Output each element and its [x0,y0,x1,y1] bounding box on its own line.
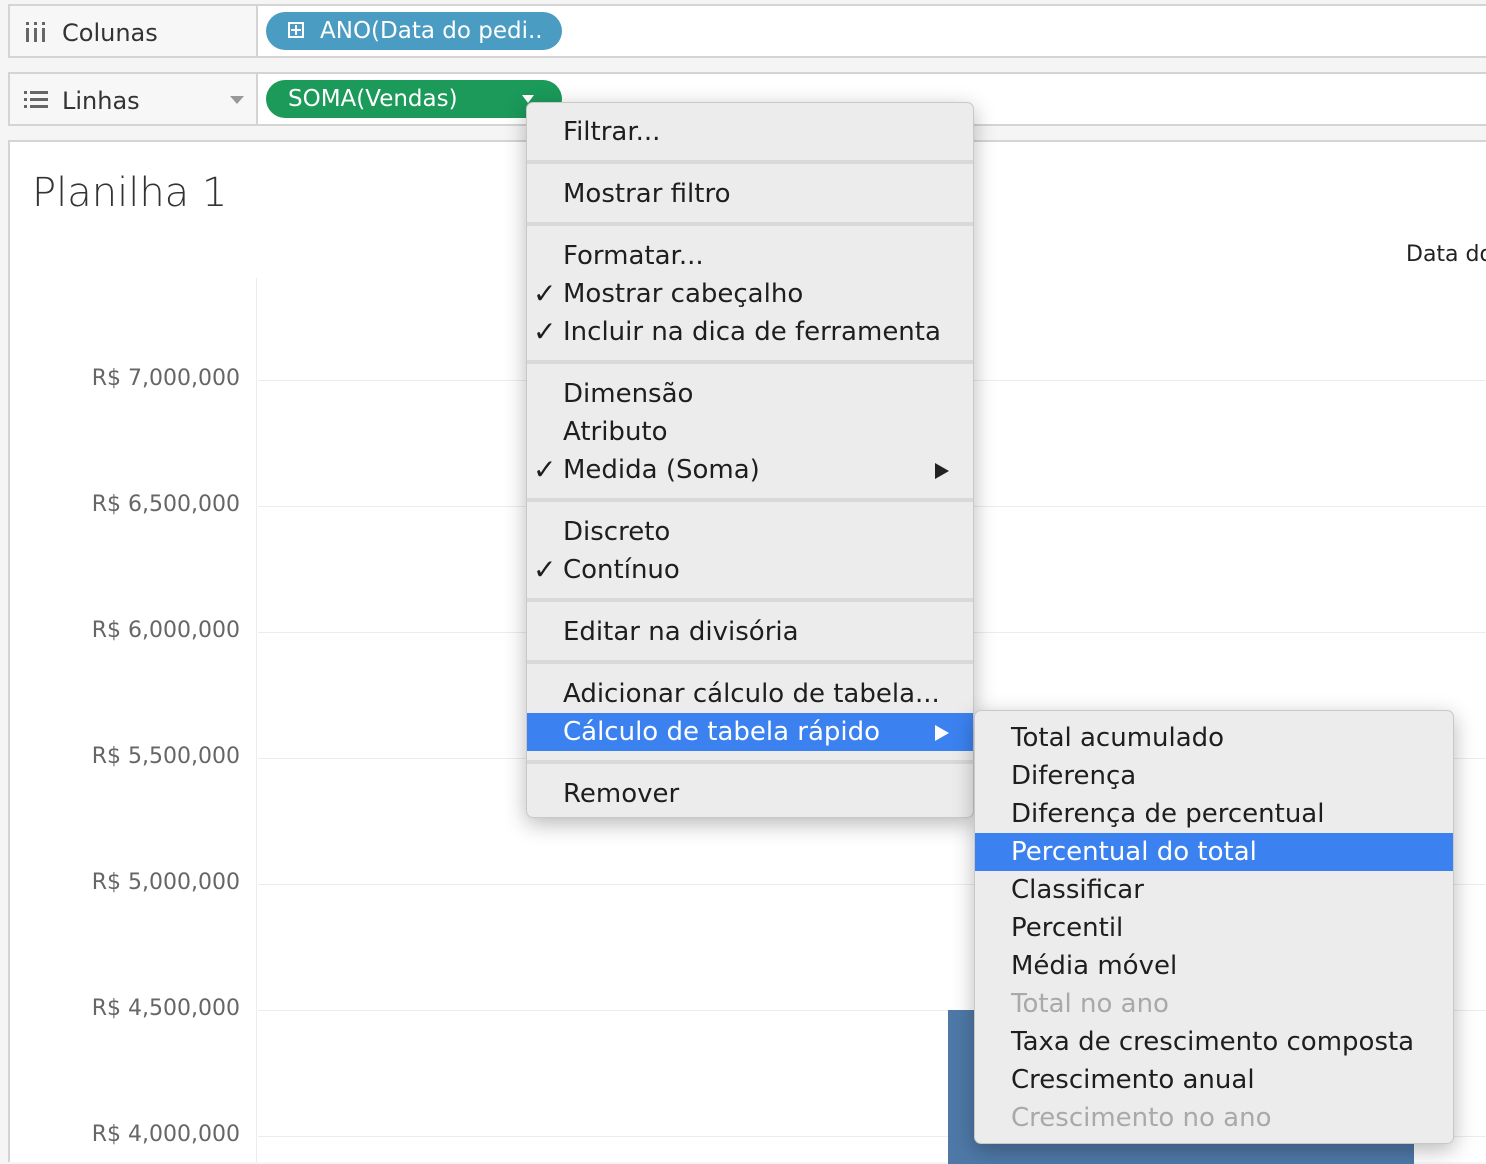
rows-pill-label: SOMA(Vendas) [288,86,458,112]
menu-item[interactable]: Filtrar... [527,113,973,151]
sheet-title: Planilha 1 [32,170,228,216]
quick-table-calc-submenu: Total acumulado Diferença Diferença de per… [974,710,1454,1144]
menu-item-label: Adicionar cálculo de tabela... [563,679,940,709]
menu-item-label: Filtrar... [563,117,661,147]
menu-item[interactable]: Cálculo de tabela rápido [527,713,973,751]
submenu-item[interactable]: Percentual do total [975,833,1453,871]
menu-item[interactable]: Formatar... [527,237,973,275]
menu-separator [527,760,973,764]
expand-plus-icon[interactable] [288,22,304,38]
menu-separator [527,360,973,364]
submenu-item-label: Diferença de percentual [1011,799,1325,829]
menu-item-label: Mostrar cabeçalho [563,279,804,309]
submenu-item-label: Total acumulado [1011,723,1225,753]
menu-item[interactable]: Mostrar filtro [527,175,973,213]
menu-item[interactable]: ✓ Contínuo [527,551,973,589]
submenu-arrow-icon [935,725,949,741]
columns-pill-year-order-date[interactable]: ANO(Data do pedi.. [266,12,562,50]
menu-item[interactable]: Remover [527,775,973,813]
submenu-item: Crescimento no ano [975,1099,1453,1137]
checkmark-icon: ✓ [533,315,557,348]
y-tick-label: R$ 6,000,000 [91,618,240,643]
y-axis-line [256,278,257,1162]
y-tick-label: R$ 7,000,000 [91,366,240,391]
submenu-item[interactable]: Classificar [975,871,1453,909]
submenu-item-label: Classificar [1011,875,1144,905]
column-header: Data do [1406,242,1486,267]
checkmark-icon: ✓ [533,553,557,586]
menu-item-label: Formatar... [563,241,704,271]
submenu-item[interactable]: Diferença de percentual [975,795,1453,833]
checkmark-icon: ✓ [533,277,557,310]
menu-item-label: Remover [563,779,680,809]
submenu-item-label: Média móvel [1011,951,1178,981]
rows-label: Linhas [62,87,140,115]
menu-separator [527,598,973,602]
submenu-item[interactable]: Percentil [975,909,1453,947]
columns-label: Colunas [62,19,158,47]
submenu-arrow-icon [935,463,949,479]
menu-item[interactable]: Adicionar cálculo de tabela... [527,675,973,713]
submenu-item-label: Total no ano [1011,989,1169,1019]
columns-icon [26,22,45,42]
menu-item-label: Discreto [563,517,671,547]
columns-shelf: Colunas ANO(Data do pedi.. [8,4,1486,58]
menu-item[interactable]: Dimensão [527,375,973,413]
y-tick-label: R$ 4,000,000 [91,1122,240,1147]
submenu-item-label: Diferença [1011,761,1137,791]
y-tick-label: R$ 4,500,000 [91,996,240,1021]
menu-separator [527,498,973,502]
pill-context-menu: Filtrar... Mostrar filtro Formatar... ✓ Most… [526,102,974,818]
submenu-item[interactable]: Taxa de crescimento composta [975,1023,1453,1061]
menu-separator [527,222,973,226]
menu-item[interactable]: ✓ Mostrar cabeçalho [527,275,973,313]
submenu-item-label: Crescimento no ano [1011,1103,1272,1133]
menu-item-label: Contínuo [563,555,680,585]
columns-shelf-label: Colunas [10,6,258,56]
submenu-item-label: Percentual do total [1011,837,1257,867]
menu-item-label: Atributo [563,417,668,447]
submenu-item: Total no ano [975,985,1453,1023]
submenu-item-label: Crescimento anual [1011,1065,1255,1095]
rows-pill-sum-sales[interactable]: SOMA(Vendas) [266,80,562,118]
submenu-item-label: Taxa de crescimento composta [1011,1027,1415,1057]
columns-pill-label: ANO(Data do pedi.. [320,18,543,44]
menu-item-label: Mostrar filtro [563,179,731,209]
menu-item[interactable]: ✓ Medida (Soma) [527,451,973,489]
menu-item[interactable]: Discreto [527,513,973,551]
submenu-item[interactable]: Crescimento anual [975,1061,1453,1099]
rows-icon [24,91,48,108]
submenu-item[interactable]: Diferença [975,757,1453,795]
menu-item-label: Editar na divisória [563,617,799,647]
menu-item-label: Medida (Soma) [563,455,760,485]
menu-item[interactable]: ✓ Incluir na dica de ferramenta [527,313,973,351]
y-tick-label: R$ 5,000,000 [91,870,240,895]
menu-item-label: Incluir na dica de ferramenta [563,317,941,347]
menu-item[interactable]: Editar na divisória [527,613,973,651]
rows-shelf-label[interactable]: Linhas [10,74,258,124]
menu-separator [527,660,973,664]
y-tick-label: R$ 5,500,000 [91,744,240,769]
y-tick-label: R$ 6,500,000 [91,492,240,517]
menu-item-label: Cálculo de tabela rápido [563,717,881,747]
submenu-item[interactable]: Total acumulado [975,719,1453,757]
rows-shelf-caret-icon[interactable] [230,96,244,104]
menu-separator [527,160,973,164]
menu-item-label: Dimensão [563,379,694,409]
checkmark-icon: ✓ [533,453,557,486]
menu-item[interactable]: Atributo [527,413,973,451]
submenu-item-label: Percentil [1011,913,1124,943]
submenu-item[interactable]: Média móvel [975,947,1453,985]
